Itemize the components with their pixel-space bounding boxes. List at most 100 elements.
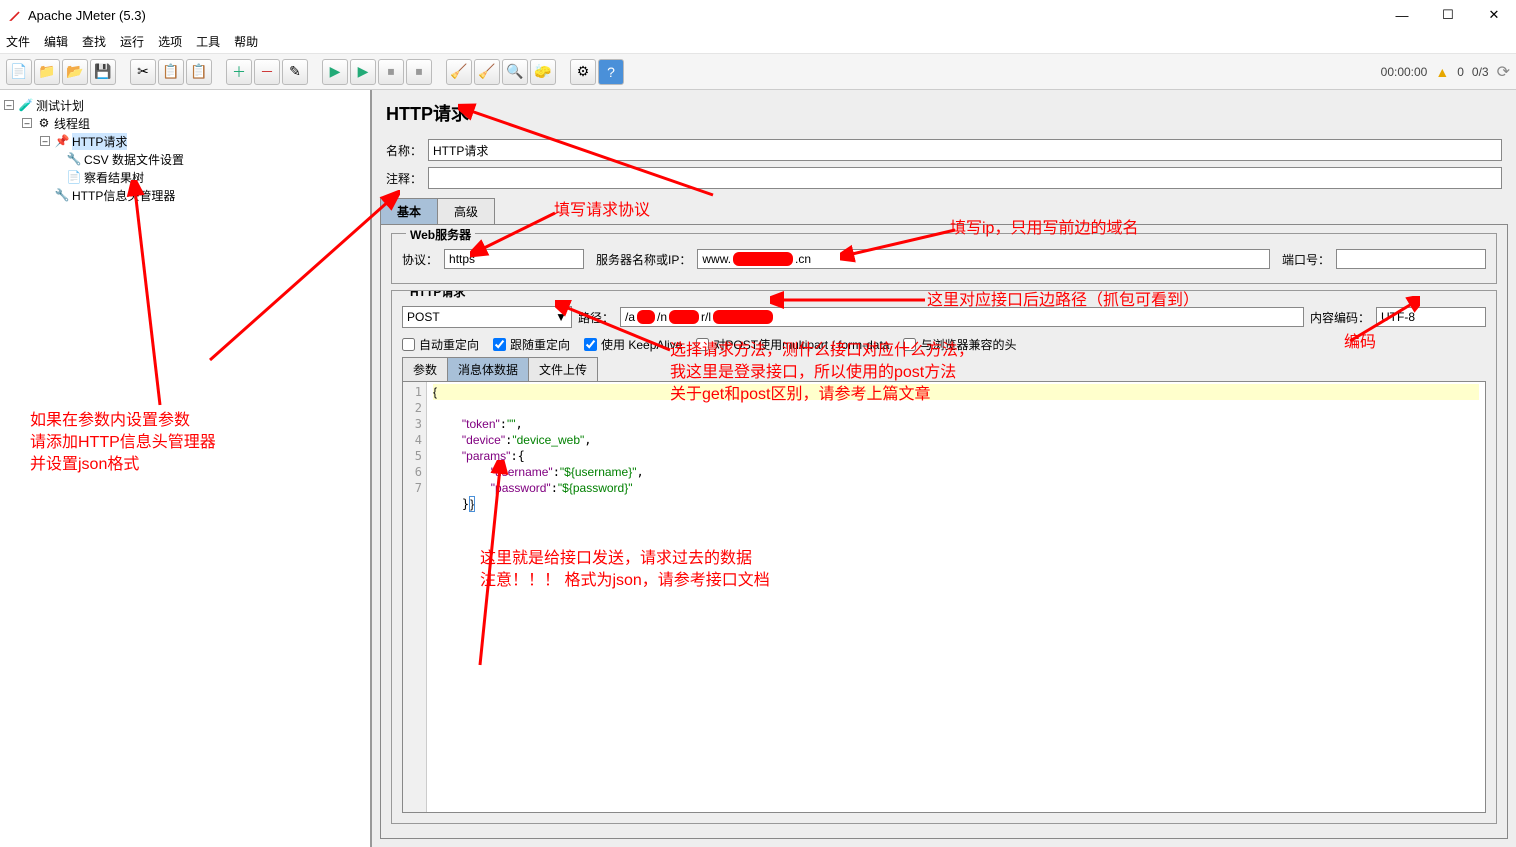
help-button[interactable]: ? [598, 59, 624, 85]
code-area[interactable]: { "token":"", "device":"device_web", "pa… [427, 382, 1485, 812]
toggle-button[interactable]: ✎ [282, 59, 308, 85]
tree-header-manager[interactable]: 🔧 HTTP信息头管理器 [4, 186, 366, 204]
search-button[interactable]: 🔍 [502, 59, 528, 85]
start-no-pause-button[interactable]: ▶ [350, 59, 376, 85]
open-button[interactable]: 📂 [62, 59, 88, 85]
redacted [637, 310, 655, 324]
clear-button[interactable]: 🧹 [446, 59, 472, 85]
comment-label: 注释： [386, 170, 422, 187]
new-button[interactable]: 📄 [6, 59, 32, 85]
menu-run[interactable]: 运行 [120, 33, 144, 50]
wrench-icon: 🔧 [54, 187, 70, 203]
config-panel: HTTP请求 名称： 注释： 基本 高级 Web服务器 协议： 服务器名称或IP… [372, 90, 1516, 847]
tree-root-label: 测试计划 [36, 97, 84, 114]
wrench-icon: 🔧 [66, 151, 82, 167]
http-request-fieldset: HTTP请求 POST ▼ 路径： /a /n r/l [391, 290, 1497, 824]
name-input[interactable] [428, 139, 1502, 161]
clear-all-button[interactable]: 🧹 [474, 59, 500, 85]
shutdown-button[interactable]: ⏹ [406, 59, 432, 85]
templates-button[interactable]: 📁 [34, 59, 60, 85]
name-label: 名称： [386, 142, 422, 159]
copy-button[interactable]: 📋 [158, 59, 184, 85]
flask-icon: 🧪 [18, 97, 34, 113]
multipart-checkbox[interactable]: 对POST使用multipart / form-data [696, 336, 889, 353]
menubar: 文件 编辑 查找 运行 选项 工具 帮助 [0, 30, 1516, 54]
tree-group-label: 线程组 [54, 115, 90, 132]
gear-icon: ⚙ [36, 115, 52, 131]
tree-root[interactable]: – 🧪 测试计划 [4, 96, 366, 114]
menu-file[interactable]: 文件 [6, 33, 30, 50]
subtab-files[interactable]: 文件上传 [528, 357, 598, 381]
subtab-params[interactable]: 参数 [402, 357, 448, 381]
path-input[interactable]: /a /n r/l [620, 307, 1304, 327]
web-server-legend: Web服务器 [406, 226, 475, 243]
thread-count: 0/3 [1472, 65, 1489, 79]
encoding-label: 内容编码： [1310, 309, 1370, 326]
server-label: 服务器名称或IP： [596, 251, 691, 268]
maximize-button[interactable]: ☐ [1434, 5, 1462, 25]
port-label: 端口号： [1282, 251, 1330, 268]
redacted [669, 310, 699, 324]
pipette-icon: 📌 [54, 133, 70, 149]
tree-csv-config[interactable]: 🔧 CSV 数据文件设置 [4, 150, 366, 168]
http-request-legend: HTTP请求 [406, 290, 1490, 300]
tree-view-results[interactable]: 📄 察看结果树 [4, 168, 366, 186]
elapsed-time: 00:00:00 [1381, 65, 1428, 79]
titlebar: Apache JMeter (5.3) — ☐ ✕ [0, 0, 1516, 30]
tree-thread-group[interactable]: – ⚙ 线程组 [4, 114, 366, 132]
minimize-button[interactable]: — [1388, 5, 1416, 25]
test-plan-tree[interactable]: – 🧪 测试计划 – ⚙ 线程组 – 📌 HTTP请求 🔧 CSV 数据文件设置… [0, 90, 372, 847]
gc-icon[interactable]: ⟳ [1497, 62, 1510, 82]
panel-title: HTTP请求 [372, 90, 1516, 136]
port-input[interactable] [1336, 249, 1486, 269]
method-value: POST [407, 310, 440, 324]
tree-item-label: HTTP信息头管理器 [72, 187, 175, 204]
path-label: 路径： [578, 309, 614, 326]
tab-advanced[interactable]: 高级 [437, 198, 495, 224]
close-button[interactable]: ✕ [1480, 5, 1508, 25]
server-input[interactable]: www. .cn [697, 249, 1270, 269]
auto-redirect-checkbox[interactable]: 自动重定向 [402, 336, 479, 353]
protocol-input[interactable] [444, 249, 584, 269]
save-button[interactable]: 💾 [90, 59, 116, 85]
line-gutter: 1234567 [403, 382, 427, 812]
encoding-input[interactable] [1376, 307, 1486, 327]
tree-http-request[interactable]: – 📌 HTTP请求 [4, 132, 366, 150]
tree-item-label: 察看结果树 [84, 169, 144, 186]
toolbar: 📄 📁 📂 💾 ✂ 📋 📋 ＋ － ✎ ▶ ▶ ⏹ ⏹ 🧹 🧹 🔍 🧽 ⚙ ? … [0, 54, 1516, 90]
protocol-label: 协议： [402, 251, 438, 268]
toggle-icon[interactable]: – [4, 100, 14, 110]
start-button[interactable]: ▶ [322, 59, 348, 85]
menu-tools[interactable]: 工具 [196, 33, 220, 50]
collapse-button[interactable]: － [254, 59, 280, 85]
function-helper-button[interactable]: ⚙ [570, 59, 596, 85]
toggle-icon[interactable]: – [22, 118, 32, 128]
follow-redirect-checkbox[interactable]: 跟随重定向 [493, 336, 570, 353]
window-title: Apache JMeter (5.3) [28, 8, 146, 23]
comment-input[interactable] [428, 167, 1502, 189]
toggle-icon[interactable]: – [40, 136, 50, 146]
chevron-down-icon: ▼ [555, 310, 567, 324]
body-editor[interactable]: 1234567 { "token":"", "device":"device_w… [402, 381, 1486, 813]
warning-icon[interactable]: ▲ [1435, 64, 1449, 80]
menu-help[interactable]: 帮助 [234, 33, 258, 50]
menu-search[interactable]: 查找 [82, 33, 106, 50]
menu-options[interactable]: 选项 [158, 33, 182, 50]
page-icon: 📄 [66, 169, 82, 185]
redacted [713, 310, 773, 324]
paste-button[interactable]: 📋 [186, 59, 212, 85]
redacted [733, 252, 793, 266]
reset-search-button[interactable]: 🧽 [530, 59, 556, 85]
web-server-fieldset: Web服务器 协议： 服务器名称或IP： www. .cn 端口号： [391, 233, 1497, 284]
keepalive-checkbox[interactable]: 使用 KeepAlive [584, 336, 682, 353]
method-select[interactable]: POST ▼ [402, 306, 572, 328]
expand-button[interactable]: ＋ [226, 59, 252, 85]
browser-headers-checkbox[interactable]: 与浏览器兼容的头 [903, 336, 1016, 353]
cut-button[interactable]: ✂ [130, 59, 156, 85]
app-icon [8, 8, 22, 22]
subtab-body[interactable]: 消息体数据 [447, 357, 529, 381]
tab-basic[interactable]: 基本 [380, 198, 438, 224]
tree-item-label: CSV 数据文件设置 [84, 151, 184, 168]
menu-edit[interactable]: 编辑 [44, 33, 68, 50]
stop-button[interactable]: ⏹ [378, 59, 404, 85]
